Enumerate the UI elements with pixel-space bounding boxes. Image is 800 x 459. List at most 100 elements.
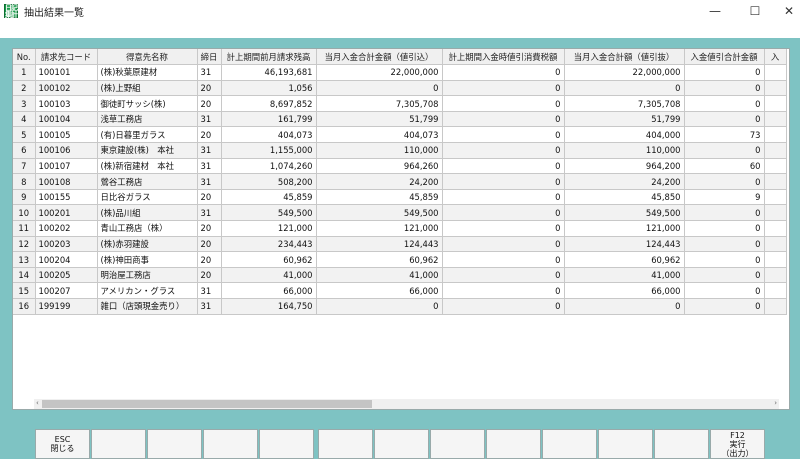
table-cell[interactable]: 0 (442, 64, 565, 81)
table-cell[interactable]: 110,000 (316, 142, 443, 159)
table-cell[interactable]: 0 (684, 220, 765, 237)
table-cell[interactable]: 100108 (35, 173, 98, 190)
f8-button[interactable] (430, 429, 485, 459)
table-cell[interactable]: 100155 (35, 189, 98, 206)
table-cell[interactable]: 0 (442, 158, 565, 175)
table-cell[interactable]: (株)秋葉原建材 (97, 64, 198, 81)
table-cell[interactable]: 60,962 (221, 251, 317, 268)
table-cell[interactable]: 20 (197, 267, 222, 284)
table-cell[interactable]: 100204 (35, 251, 98, 268)
table-cell[interactable]: 0 (684, 298, 765, 315)
table-cell[interactable]: 0 (684, 267, 765, 284)
table-cell[interactable]: 0 (684, 64, 765, 81)
table-row[interactable]: 14 100205 明治屋工務店 20 41,000 41,000 0 41,000 0 (13, 267, 787, 284)
row-number[interactable]: 4 (13, 111, 36, 128)
row-number[interactable]: 2 (13, 80, 36, 97)
table-cell[interactable]: 1,074,260 (221, 158, 317, 175)
table-cell[interactable]: (株)神田商事 (97, 251, 198, 268)
table-cell[interactable]: 31 (197, 158, 222, 175)
column-header[interactable]: 締日 (197, 49, 222, 66)
table-cell[interactable]: (株)赤羽建設 (97, 236, 198, 253)
table-cell[interactable]: 1,056 (221, 80, 317, 97)
column-header[interactable]: 当月入金合計額（値引抜） (564, 49, 685, 66)
table-cell[interactable]: 0 (442, 189, 565, 206)
table-cell[interactable]: 45,859 (221, 189, 317, 206)
table-cell[interactable]: 51,799 (564, 111, 685, 128)
table-cell[interactable]: 100102 (35, 80, 98, 97)
f7-button[interactable] (374, 429, 429, 459)
f4-button[interactable] (203, 429, 258, 459)
table-cell[interactable]: 8,697,852 (221, 95, 317, 112)
row-number[interactable]: 14 (13, 267, 36, 284)
results-grid[interactable]: No. 請求先コード 得意先名称 締日 計上期間前月請求残高 当月入金合計金額（値引込）計… (12, 48, 790, 410)
scroll-left-icon[interactable]: ‹ (36, 399, 39, 407)
row-number[interactable]: 12 (13, 236, 36, 253)
f5-button[interactable] (259, 429, 314, 459)
horizontal-scrollbar[interactable]: ‹ › (34, 399, 779, 409)
table-cell[interactable]: 121,000 (316, 220, 443, 237)
table-cell[interactable]: 549,500 (564, 204, 685, 222)
table-cell[interactable] (764, 282, 787, 299)
table-row[interactable]: 8 100108 鶯谷工務店 31 508,200 24,200 0 24,200 0 (13, 173, 787, 190)
table-cell[interactable]: 549,500 (316, 204, 443, 222)
close-button[interactable]: ✕ (772, 0, 800, 22)
table-cell[interactable]: 404,073 (316, 126, 443, 144)
f10-button[interactable] (542, 429, 597, 459)
table-cell[interactable]: 100106 (35, 142, 98, 159)
table-cell[interactable]: 0 (684, 173, 765, 190)
table-cell[interactable]: 0 (442, 220, 565, 237)
table-cell[interactable]: 41,000 (316, 267, 443, 284)
table-cell[interactable]: 0 (564, 80, 685, 97)
table-cell[interactable]: 234,443 (221, 236, 317, 253)
table-cell[interactable]: 199199 (35, 298, 98, 315)
table-cell[interactable]: 110,000 (564, 142, 685, 159)
table-cell[interactable]: 22,000,000 (316, 64, 443, 81)
table-cell[interactable]: 73 (684, 126, 765, 144)
table-cell[interactable]: 100103 (35, 95, 98, 112)
table-cell[interactable]: 東京建設(株) 本社 (97, 142, 198, 159)
table-cell[interactable]: 24,200 (564, 173, 685, 190)
table-cell[interactable]: 31 (197, 282, 222, 299)
table-cell[interactable]: 121,000 (221, 220, 317, 237)
table-cell[interactable]: 20 (197, 80, 222, 97)
table-cell[interactable] (764, 173, 787, 190)
table-cell[interactable]: 鶯谷工務店 (97, 173, 198, 190)
table-cell[interactable]: 0 (684, 95, 765, 112)
table-cell[interactable]: 1,155,000 (221, 142, 317, 159)
table-cell[interactable]: 66,000 (316, 282, 443, 299)
table-cell[interactable]: (有)日暮里ガラス (97, 126, 198, 144)
table-cell[interactable]: 浅草工務店 (97, 111, 198, 128)
table-cell[interactable] (764, 142, 787, 159)
table-cell[interactable]: 404,073 (221, 126, 317, 144)
table-row[interactable]: 12 100203 (株)赤羽建設 20 234,443 124,443 0 124,443 0 (13, 236, 787, 253)
table-row[interactable]: 7 100107 (株)新宿建材 本社 31 1,074,260 964,260 0 964,… (13, 158, 787, 175)
row-number[interactable]: 10 (13, 204, 36, 222)
table-cell[interactable]: (株)品川組 (97, 204, 198, 222)
table-cell[interactable]: 20 (197, 220, 222, 237)
table-cell[interactable] (764, 189, 787, 206)
table-row[interactable]: 15 100207 アメリカン・グラス 31 66,000 66,000 0 66,000 0 (13, 282, 787, 299)
table-cell[interactable]: 0 (442, 95, 565, 112)
table-row[interactable]: 1 100101 (株)秋葉原建材 31 46,193,681 22,000,000 0 22… (13, 64, 787, 81)
table-cell[interactable]: 31 (197, 64, 222, 81)
table-cell[interactable]: 66,000 (221, 282, 317, 299)
table-cell[interactable]: 100202 (35, 220, 98, 237)
table-cell[interactable]: 31 (197, 111, 222, 128)
table-cell[interactable]: 0 (442, 267, 565, 284)
table-row[interactable]: 16 199199 雑口（店頭現金売り） 31 164,750 0 0 0 0 (13, 298, 787, 315)
table-row[interactable]: 2 100102 (株)上野組 20 1,056 0 0 0 0 (13, 80, 787, 97)
table-cell[interactable]: 161,799 (221, 111, 317, 128)
table-cell[interactable]: 20 (197, 236, 222, 253)
table-cell[interactable] (764, 80, 787, 97)
f12-execute-button[interactable]: F12 実行 （出力） (710, 429, 765, 459)
table-cell[interactable]: 0 (442, 80, 565, 97)
row-number[interactable]: 7 (13, 158, 36, 175)
column-header[interactable]: 当月入金合計金額（値引込） (316, 49, 443, 66)
f9-button[interactable] (486, 429, 541, 459)
table-cell[interactable]: 964,260 (316, 158, 443, 175)
table-cell[interactable]: 0 (684, 80, 765, 97)
table-cell[interactable] (764, 64, 787, 81)
table-cell[interactable]: 41,000 (221, 267, 317, 284)
table-cell[interactable]: 雑口（店頭現金売り） (97, 298, 198, 315)
table-cell[interactable]: 100207 (35, 282, 98, 299)
